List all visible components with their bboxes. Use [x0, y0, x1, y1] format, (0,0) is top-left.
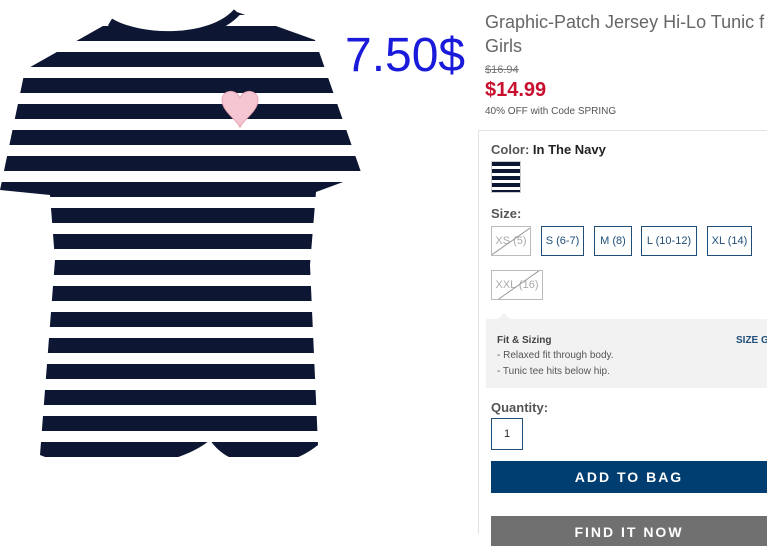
- panel-divider-top: [478, 130, 767, 131]
- original-price: $16.94: [485, 64, 519, 76]
- size-option-xl[interactable]: XL (14): [707, 226, 752, 256]
- size-option-l[interactable]: L (10-12): [641, 226, 697, 256]
- color-label: Color: In The Navy: [491, 142, 606, 157]
- product-title-line2: Girls: [485, 36, 522, 56]
- sale-price: $14.99: [485, 79, 547, 101]
- size-guide-link[interactable]: SIZE G: [736, 335, 767, 346]
- add-to-bag-button[interactable]: ADD TO BAG: [491, 461, 767, 493]
- quantity-input[interactable]: 1: [491, 418, 523, 450]
- product-title: Graphic-Patch Jersey Hi-Lo Tunic f Girls: [485, 10, 767, 58]
- panel-divider: [478, 130, 479, 534]
- fit-sizing-title: Fit & Sizing: [497, 335, 552, 346]
- fit-sizing-panel: Fit & Sizing SIZE G - Relaxed fit throug…: [486, 313, 767, 388]
- size-option-xs[interactable]: XS (5): [491, 226, 531, 256]
- color-value: In The Navy: [532, 142, 606, 157]
- quantity-label: Quantity:: [491, 400, 549, 415]
- product-title-line1: Graphic-Patch Jersey Hi-Lo Tunic f: [485, 12, 765, 32]
- color-label-text: Color:: [491, 142, 530, 157]
- fit-item: - Relaxed fit through body.: [497, 350, 614, 361]
- size-label: Size:: [491, 206, 522, 221]
- color-swatch-navy[interactable]: [491, 161, 521, 193]
- find-it-now-button[interactable]: FIND IT NOW: [491, 516, 767, 546]
- promo-text: 40% OFF with Code SPRING: [485, 106, 617, 117]
- size-option-s[interactable]: S (6-7): [541, 226, 584, 256]
- overlay-price-text: 7.50$: [345, 29, 466, 82]
- size-option-m[interactable]: M (8): [594, 226, 632, 256]
- fit-item: - Tunic tee hits below hip.: [497, 366, 610, 377]
- size-option-xxl[interactable]: XXL (16): [491, 270, 543, 300]
